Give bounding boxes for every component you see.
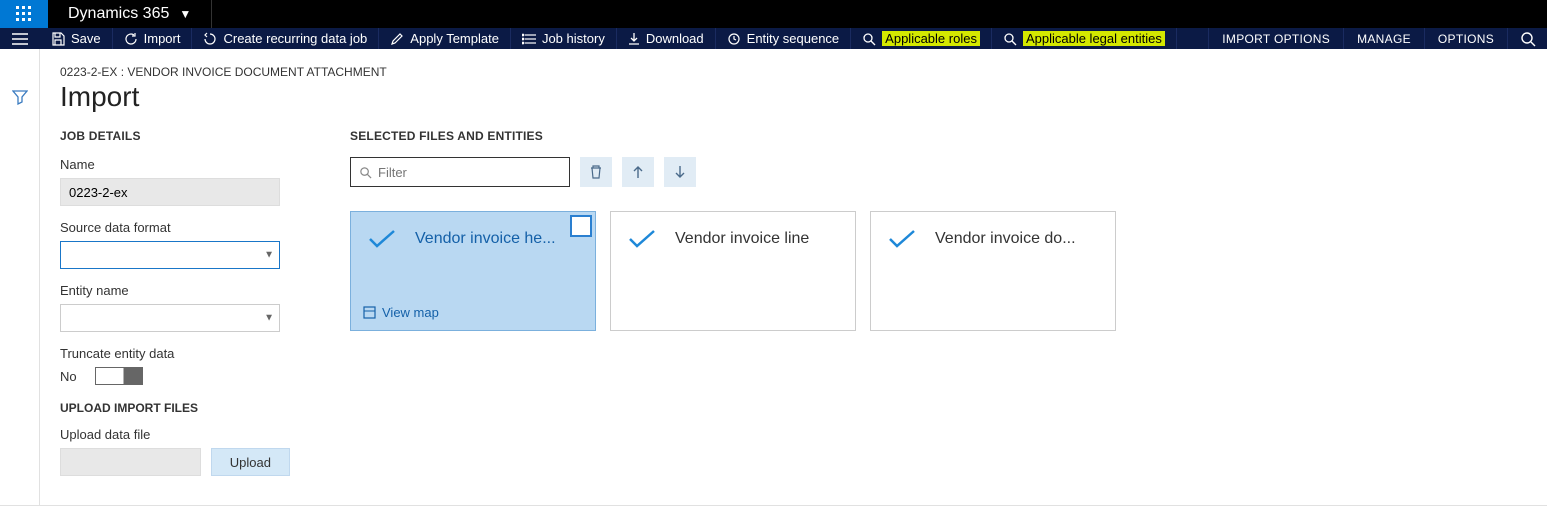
view-map-link[interactable]: View map [363,305,439,320]
entity-card-vendor-invoice-header[interactable]: Vendor invoice he... View map [350,211,596,331]
left-gutter [0,49,40,506]
view-map-label: View map [382,305,439,320]
tab-label: IMPORT OPTIONS [1222,32,1330,46]
arrow-down-icon [674,165,686,179]
top-bar: Dynamics 365 ▼ [0,0,1547,28]
move-down-button[interactable] [664,157,696,187]
save-button[interactable]: Save [40,28,112,49]
filter-input-wrap[interactable] [350,157,570,187]
action-label: Apply Template [410,31,499,46]
save-icon [51,32,65,46]
filter-pane-button[interactable] [12,89,28,105]
import-options-tab[interactable]: IMPORT OPTIONS [1208,28,1343,49]
action-label: Save [71,31,101,46]
entity-card-vendor-invoice-line[interactable]: Vendor invoice line [610,211,856,331]
name-label: Name [60,157,290,172]
action-label: Import [144,31,181,46]
selected-files-header: SELECTED FILES AND ENTITIES [350,129,1527,143]
search-icon [359,166,372,179]
action-label: Download [646,31,704,46]
breadcrumb: 0223-2-EX : VENDOR INVOICE DOCUMENT ATTA… [60,65,1527,79]
create-recurring-button[interactable]: Create recurring data job [191,28,378,49]
action-label: Entity sequence [747,31,840,46]
page-title: Import [60,81,1527,113]
source-format-select[interactable] [60,241,280,269]
manage-tab[interactable]: MANAGE [1343,28,1424,49]
recurring-icon [203,32,217,46]
applicable-roles-button[interactable]: Applicable roles [850,28,991,49]
check-icon [627,228,657,250]
truncate-label: Truncate entity data [60,346,290,361]
truncate-value: No [60,369,77,384]
brand-title: Dynamics 365 [68,5,169,23]
chevron-down-icon: ▼ [179,7,191,21]
map-icon [363,306,376,319]
upload-file-input[interactable] [60,448,201,476]
action-label: Create recurring data job [223,31,367,46]
action-label: Job history [542,31,605,46]
tab-label: OPTIONS [1438,32,1494,46]
upload-file-label: Upload data file [60,427,290,442]
sequence-icon [727,32,741,46]
search-icon [862,32,876,46]
list-icon [522,33,536,45]
action-label: Applicable legal entities [1023,31,1165,46]
search-icon [1520,31,1536,47]
waffle-icon [16,6,32,22]
apply-template-button[interactable]: Apply Template [378,28,510,49]
entity-card-vendor-invoice-document[interactable]: Vendor invoice do... [870,211,1116,331]
source-format-label: Source data format [60,220,290,235]
action-bar: Save Import Create recurring data job Ap… [0,28,1547,49]
options-tab[interactable]: OPTIONS [1424,28,1507,49]
arrow-up-icon [632,165,644,179]
search-icon [1003,32,1017,46]
brand-dropdown[interactable]: Dynamics 365 ▼ [48,0,212,28]
filter-input[interactable] [378,165,561,180]
download-button[interactable]: Download [616,28,715,49]
action-label: Applicable roles [882,31,980,46]
search-button[interactable] [1507,28,1547,49]
upload-header: UPLOAD IMPORT FILES [60,401,290,415]
pencil-icon [390,32,404,46]
card-title: Vendor invoice line [675,230,839,248]
check-icon [887,228,917,250]
card-checkbox[interactable] [570,215,592,237]
funnel-icon [12,89,28,105]
card-title: Vendor invoice do... [935,230,1099,248]
import-button[interactable]: Import [112,28,192,49]
tab-label: MANAGE [1357,32,1411,46]
download-icon [628,32,640,46]
delete-button[interactable] [580,157,612,187]
upload-button[interactable]: Upload [211,448,290,476]
hamburger-button[interactable] [0,28,40,49]
check-icon [367,228,397,250]
refresh-icon [124,32,138,46]
truncate-toggle[interactable] [95,367,143,385]
applicable-legal-entities-button[interactable]: Applicable legal entities [991,28,1176,49]
name-input[interactable] [60,178,280,206]
menu-icon [12,33,28,45]
move-up-button[interactable] [622,157,654,187]
job-details-header: JOB DETAILS [60,129,290,143]
entity-name-select[interactable] [60,304,280,332]
app-launcher-button[interactable] [0,0,48,28]
job-history-button[interactable]: Job history [510,28,616,49]
card-title: Vendor invoice he... [415,230,579,248]
trash-icon [589,164,603,180]
entity-name-label: Entity name [60,283,290,298]
entity-sequence-button[interactable]: Entity sequence [715,28,851,49]
